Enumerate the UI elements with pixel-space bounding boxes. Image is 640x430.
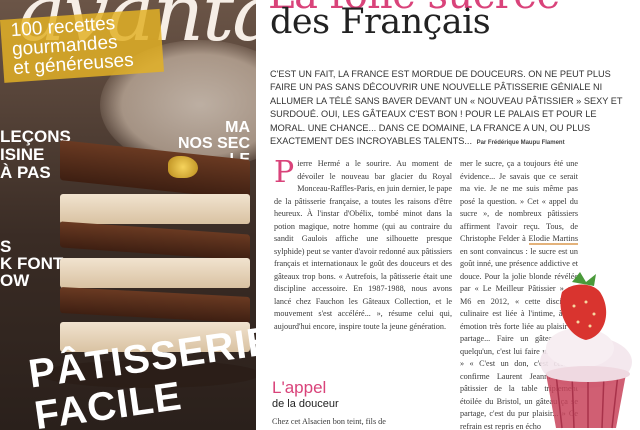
teaser-line: S — [0, 237, 12, 256]
teaser-line: OW — [0, 271, 30, 290]
article-title-line-2: des Français — [270, 2, 491, 42]
cover-left-teaser-2: S K FONT OW — [0, 238, 63, 289]
cover-photo: avantag 100 recettes gourmandes et génér… — [0, 0, 256, 430]
cupcake-watercolor — [540, 272, 632, 429]
teaser-line: K FONT — [0, 254, 64, 273]
section-subheading: de la douceur — [272, 398, 339, 410]
chocolate-layer — [60, 221, 250, 261]
highlighted-name: Elodie Martins — [528, 234, 579, 245]
article-page: La folie sucrée des Français C'EST UN FA… — [256, 0, 640, 430]
article-column-3: Chez cet Alsacien bon teint, fils de — [272, 417, 386, 426]
author-credit: Par Frédérique Maupu Flament — [476, 140, 565, 147]
column-text: ierre Hermé a le sourire. Au moment de d… — [274, 159, 452, 331]
cover-recipes-sticker: 100 recettes gourmandes et généreuses — [0, 8, 165, 83]
article-column-1: P ierre Hermé a le sourire. Au moment de… — [274, 158, 452, 333]
cream-layer — [60, 258, 250, 288]
cream-layer — [60, 194, 250, 224]
column-text: mer le sucre, ça a toujours été une évid… — [460, 159, 578, 243]
article-lede: C'EST UN FAIT, LA FRANCE EST MORDUE DE D… — [270, 68, 630, 150]
section-heading: L'appel — [272, 378, 327, 397]
chocolate-layer — [60, 287, 250, 323]
teaser-line: MA — [225, 119, 250, 136]
cupcake-illustration — [540, 272, 632, 429]
magazine-spread: avantag 100 recettes gourmandes et génér… — [0, 0, 640, 430]
gold-leaf-decoration — [168, 156, 198, 178]
lede-text: C'EST UN FAIT, LA FRANCE EST MORDUE DE D… — [270, 69, 623, 147]
drop-cap: P — [274, 155, 295, 190]
